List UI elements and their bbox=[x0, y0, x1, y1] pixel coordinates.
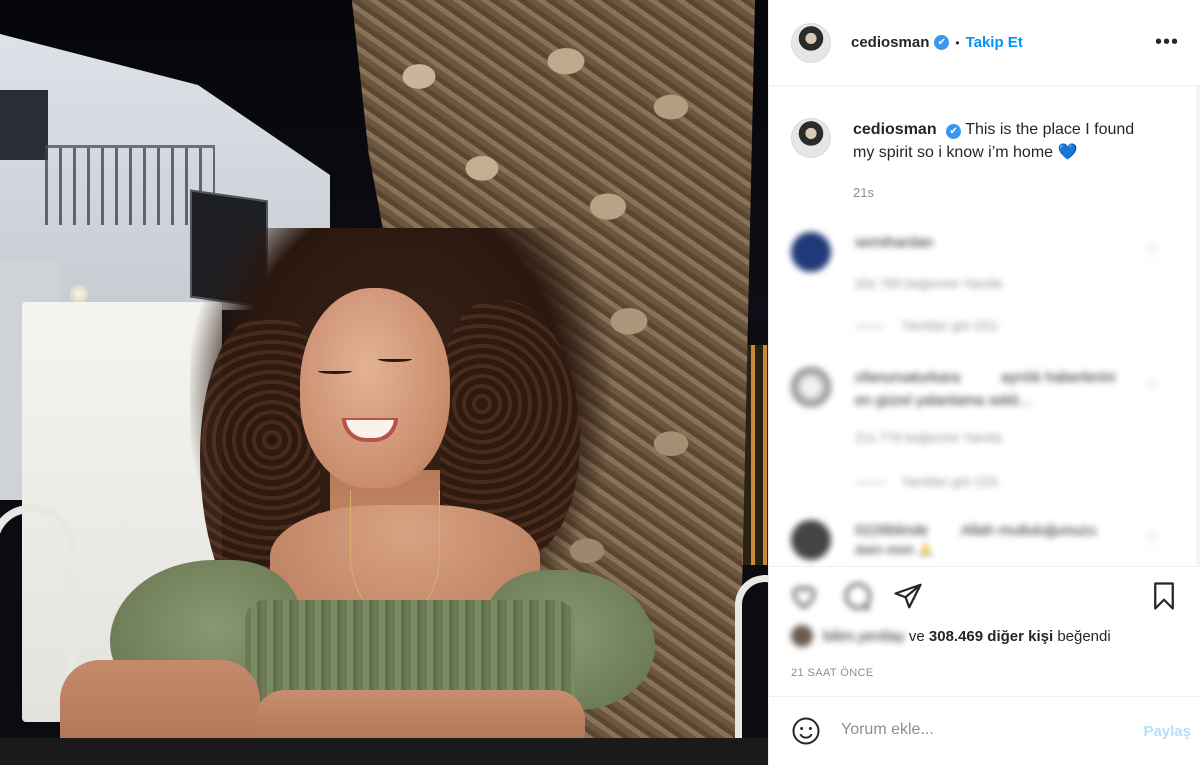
post-caption: cediosman ✔ This is the place I found my… bbox=[791, 118, 1183, 164]
comment-avatar[interactable] bbox=[791, 520, 831, 560]
comment-username[interactable]: 0226blinde bbox=[855, 522, 928, 539]
header-username[interactable]: cediosman bbox=[851, 34, 929, 51]
caption-text: cediosman ✔ This is the place I found my… bbox=[853, 118, 1134, 164]
caption-line-1: This is the place I found bbox=[965, 121, 1135, 138]
separator-dot: • bbox=[955, 35, 960, 50]
post-photo[interactable] bbox=[0, 0, 768, 765]
caption-line-2: my spirit so i know i’m home bbox=[853, 144, 1054, 161]
post-header: cediosman ✔ • Takip Et ••• bbox=[769, 0, 1200, 86]
view-replies-button[interactable]: Yanıtları gör (10) bbox=[855, 474, 998, 489]
caption-verified-icon: ✔ bbox=[946, 124, 962, 139]
caption-username[interactable]: cediosman bbox=[853, 121, 937, 138]
eye-left bbox=[318, 368, 352, 374]
likes-count[interactable]: 308.469 diğer kişi bbox=[929, 628, 1053, 645]
street-light bbox=[70, 285, 88, 303]
comment-username[interactable]: ofanursaturkara bbox=[855, 369, 960, 386]
comment-bubble-icon[interactable] bbox=[841, 581, 871, 611]
comment-item: ofanursaturkara ayrılık haberlerini en g… bbox=[791, 367, 1183, 497]
table bbox=[0, 738, 768, 765]
follow-button[interactable]: Takip Et bbox=[966, 34, 1023, 51]
liker-avatar[interactable] bbox=[791, 625, 813, 647]
comment-text-1: Allah mutluluğunuzu bbox=[961, 522, 1097, 539]
caption-time[interactable]: 21s bbox=[853, 185, 874, 200]
comment-like-icon[interactable]: ♡ bbox=[1145, 242, 1161, 260]
comment-text-2: daim etsin 🙏 bbox=[855, 542, 935, 557]
caption-avatar[interactable] bbox=[791, 118, 831, 158]
face bbox=[300, 288, 450, 488]
share-comment-button[interactable]: Paylaş bbox=[1143, 723, 1191, 740]
likes-connector: ve bbox=[908, 627, 925, 645]
post-timestamp[interactable]: 21 SAAT ÖNCE bbox=[791, 667, 874, 679]
comment-item: 0226blinde Allah mutluluğunuzu daim etsi… bbox=[791, 520, 1183, 564]
likes-summary: bilim.yenilay ve 308.469 diğer kişi beğe… bbox=[791, 625, 1111, 647]
comment-input[interactable]: Yorum ekle... bbox=[841, 721, 934, 739]
eye-right bbox=[378, 356, 412, 362]
paper-plane-icon[interactable] bbox=[893, 581, 923, 611]
profile-avatar[interactable] bbox=[791, 22, 831, 63]
likes-suffix: beğendi bbox=[1057, 627, 1111, 645]
comment-avatar[interactable] bbox=[791, 367, 831, 407]
comment-meta: 21s 776 beğenme Yanıtla bbox=[855, 430, 1002, 445]
comment-composer: Yorum ekle... Paylaş bbox=[769, 696, 1200, 765]
comment-like-icon[interactable]: ♡ bbox=[1145, 530, 1161, 548]
more-options-icon[interactable]: ••• bbox=[1155, 32, 1179, 52]
post-side-panel: cediosman ✔ • Takip Et ••• cediosman ✔ T… bbox=[768, 0, 1200, 765]
comment-username[interactable]: semihardan bbox=[855, 234, 933, 251]
view-replies-button[interactable]: Yanıtları gör (31) bbox=[855, 318, 998, 333]
verified-badge-icon: ✔ bbox=[934, 35, 950, 50]
white-chair-right bbox=[735, 575, 768, 765]
liker-username[interactable]: bilim.yenilay bbox=[823, 628, 905, 645]
comment-avatar[interactable] bbox=[791, 232, 831, 272]
bookmark-icon[interactable] bbox=[1149, 581, 1179, 611]
comments-scrollbar[interactable] bbox=[1196, 86, 1200, 566]
heart-outline-icon[interactable] bbox=[789, 581, 819, 611]
post-actions bbox=[769, 566, 1200, 624]
comment-meta: 20s 760 beğenme Yanıtla bbox=[855, 276, 1002, 291]
comment-text-1: ayrılık haberlerini bbox=[1001, 369, 1116, 386]
dark-window bbox=[0, 90, 48, 160]
comment-item: semihardan ♡ 20s 760 beğenme Yanıtla Yan… bbox=[791, 232, 1183, 342]
smiley-icon[interactable] bbox=[791, 716, 821, 746]
blue-heart-emoji: 💙 bbox=[1057, 144, 1078, 161]
comment-like-icon[interactable]: ♡ bbox=[1145, 377, 1161, 395]
comment-text-2: en güzel yalanlama sekli... bbox=[855, 392, 1031, 409]
